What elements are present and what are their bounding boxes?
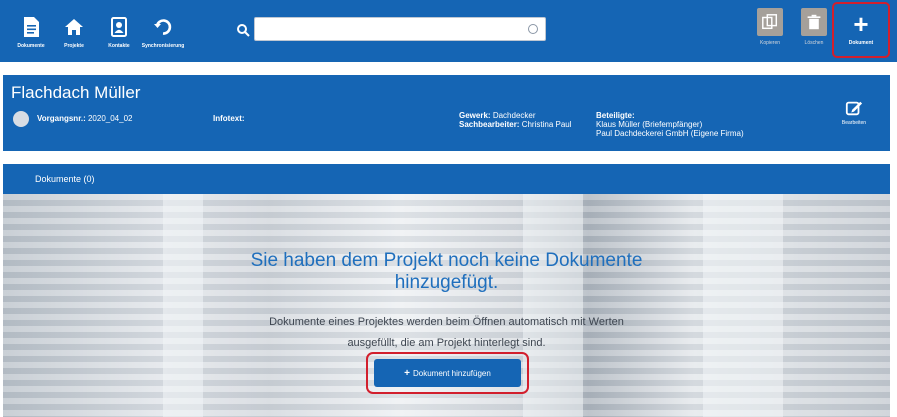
edit-project-button[interactable]: Bearbeiten [839, 99, 869, 131]
toolbar-contacts-button[interactable]: Kontakte [96, 6, 142, 54]
toolbar-documents-label: Dokumente [17, 43, 45, 49]
toolbar-documents-button[interactable]: Dokumente [8, 6, 54, 54]
search-input[interactable] [254, 17, 546, 41]
top-toolbar: Dokumente Projekte Kontakte Synchronisie… [0, 0, 897, 62]
toolbar-delete-button[interactable]: Löschen [796, 8, 832, 52]
toolbar-delete-label: Löschen [804, 40, 824, 46]
add-document-button[interactable]: + Dokument hinzufügen [374, 359, 521, 387]
vorgangsnr-value: 2020_04_02 [87, 114, 133, 123]
sachbearbeiter-label: Sachbearbeiter: [459, 120, 520, 129]
beteiligte-label: Beteiligte: [596, 111, 635, 120]
empty-state-description: Dokumente eines Projektes werden beim Öf… [3, 312, 890, 354]
empty-state-title-line: hinzugefügt. [394, 272, 499, 293]
empty-state-title-line: Sie haben dem Projekt noch keine Dokumen… [250, 250, 643, 271]
toolbar-contacts-label: Kontakte [108, 43, 130, 49]
copy-icon [762, 14, 778, 30]
toolbar-projects-button[interactable]: Projekte [51, 6, 97, 54]
add-document-label: Dokument hinzufügen [413, 368, 491, 378]
beteiligte-entry: Klaus Müller (Briefempfänger) [596, 120, 703, 129]
document-icon [24, 17, 39, 37]
background-image-decor [703, 194, 783, 417]
edit-project-label: Bearbeiten [841, 120, 867, 126]
toolbar-projects-label: Projekte [64, 43, 84, 49]
beteiligte-entry: Paul Dachdeckerei GmbH (Eigene Firma) [596, 129, 744, 138]
gewerk-value: Dachdecker [492, 111, 536, 120]
clear-search-icon[interactable] [528, 24, 538, 34]
contacts-icon [111, 17, 127, 37]
infotext-label: Infotext: [213, 114, 245, 123]
search-icon [237, 24, 250, 37]
trash-icon [807, 14, 821, 30]
empty-state-desc-line: ausgefüllt, die am Projekt hinterlegt si… [347, 337, 546, 349]
beteiligte: Beteiligte: [596, 111, 635, 120]
edit-icon [845, 101, 863, 116]
documents-tab-label: Dokumente (0) [35, 174, 95, 184]
background-image-decor [163, 194, 203, 417]
sachbearbeiter-value: Christina Paul [521, 120, 572, 129]
toolbar-copy-label: Kopieren [759, 40, 780, 46]
home-icon [65, 19, 83, 35]
new-document-label: Dokument [848, 40, 874, 46]
toolbar-sync-button[interactable]: Synchronisierung [140, 6, 186, 54]
search-bar [232, 17, 548, 43]
empty-state-title: Sie haben dem Projekt noch keine Dokumen… [3, 250, 890, 294]
sachbearbeiter: Sachbearbeiter: Christina Paul [459, 120, 572, 129]
empty-state-desc-line: Dokumente eines Projektes werden beim Öf… [269, 316, 624, 328]
toolbar-sync-label: Synchronisierung [141, 43, 185, 49]
documents-tab[interactable]: Dokumente (0) [3, 164, 890, 194]
background-image-decor [523, 194, 583, 417]
sync-icon [154, 19, 172, 35]
vorgangsnr: Vorgangsnr.: 2020_04_02 [37, 114, 132, 123]
add-document-highlight: + Dokument hinzufügen [366, 352, 529, 394]
project-title: Flachdach Müller [11, 83, 141, 102]
gewerk: Gewerk: Dachdecker [459, 111, 536, 120]
gewerk-label: Gewerk: [459, 111, 491, 120]
new-document-button[interactable]: + Dokument [832, 2, 890, 58]
infotext: Infotext: [213, 114, 245, 123]
project-header: Flachdach Müller Vorgangsnr.: 2020_04_02… [3, 75, 890, 151]
calendar-icon [13, 111, 29, 127]
plus-icon: + [404, 367, 410, 379]
vorgangsnr-label: Vorgangsnr.: [37, 114, 86, 123]
toolbar-copy-button[interactable]: Kopieren [752, 8, 788, 52]
plus-icon: + [853, 9, 869, 39]
